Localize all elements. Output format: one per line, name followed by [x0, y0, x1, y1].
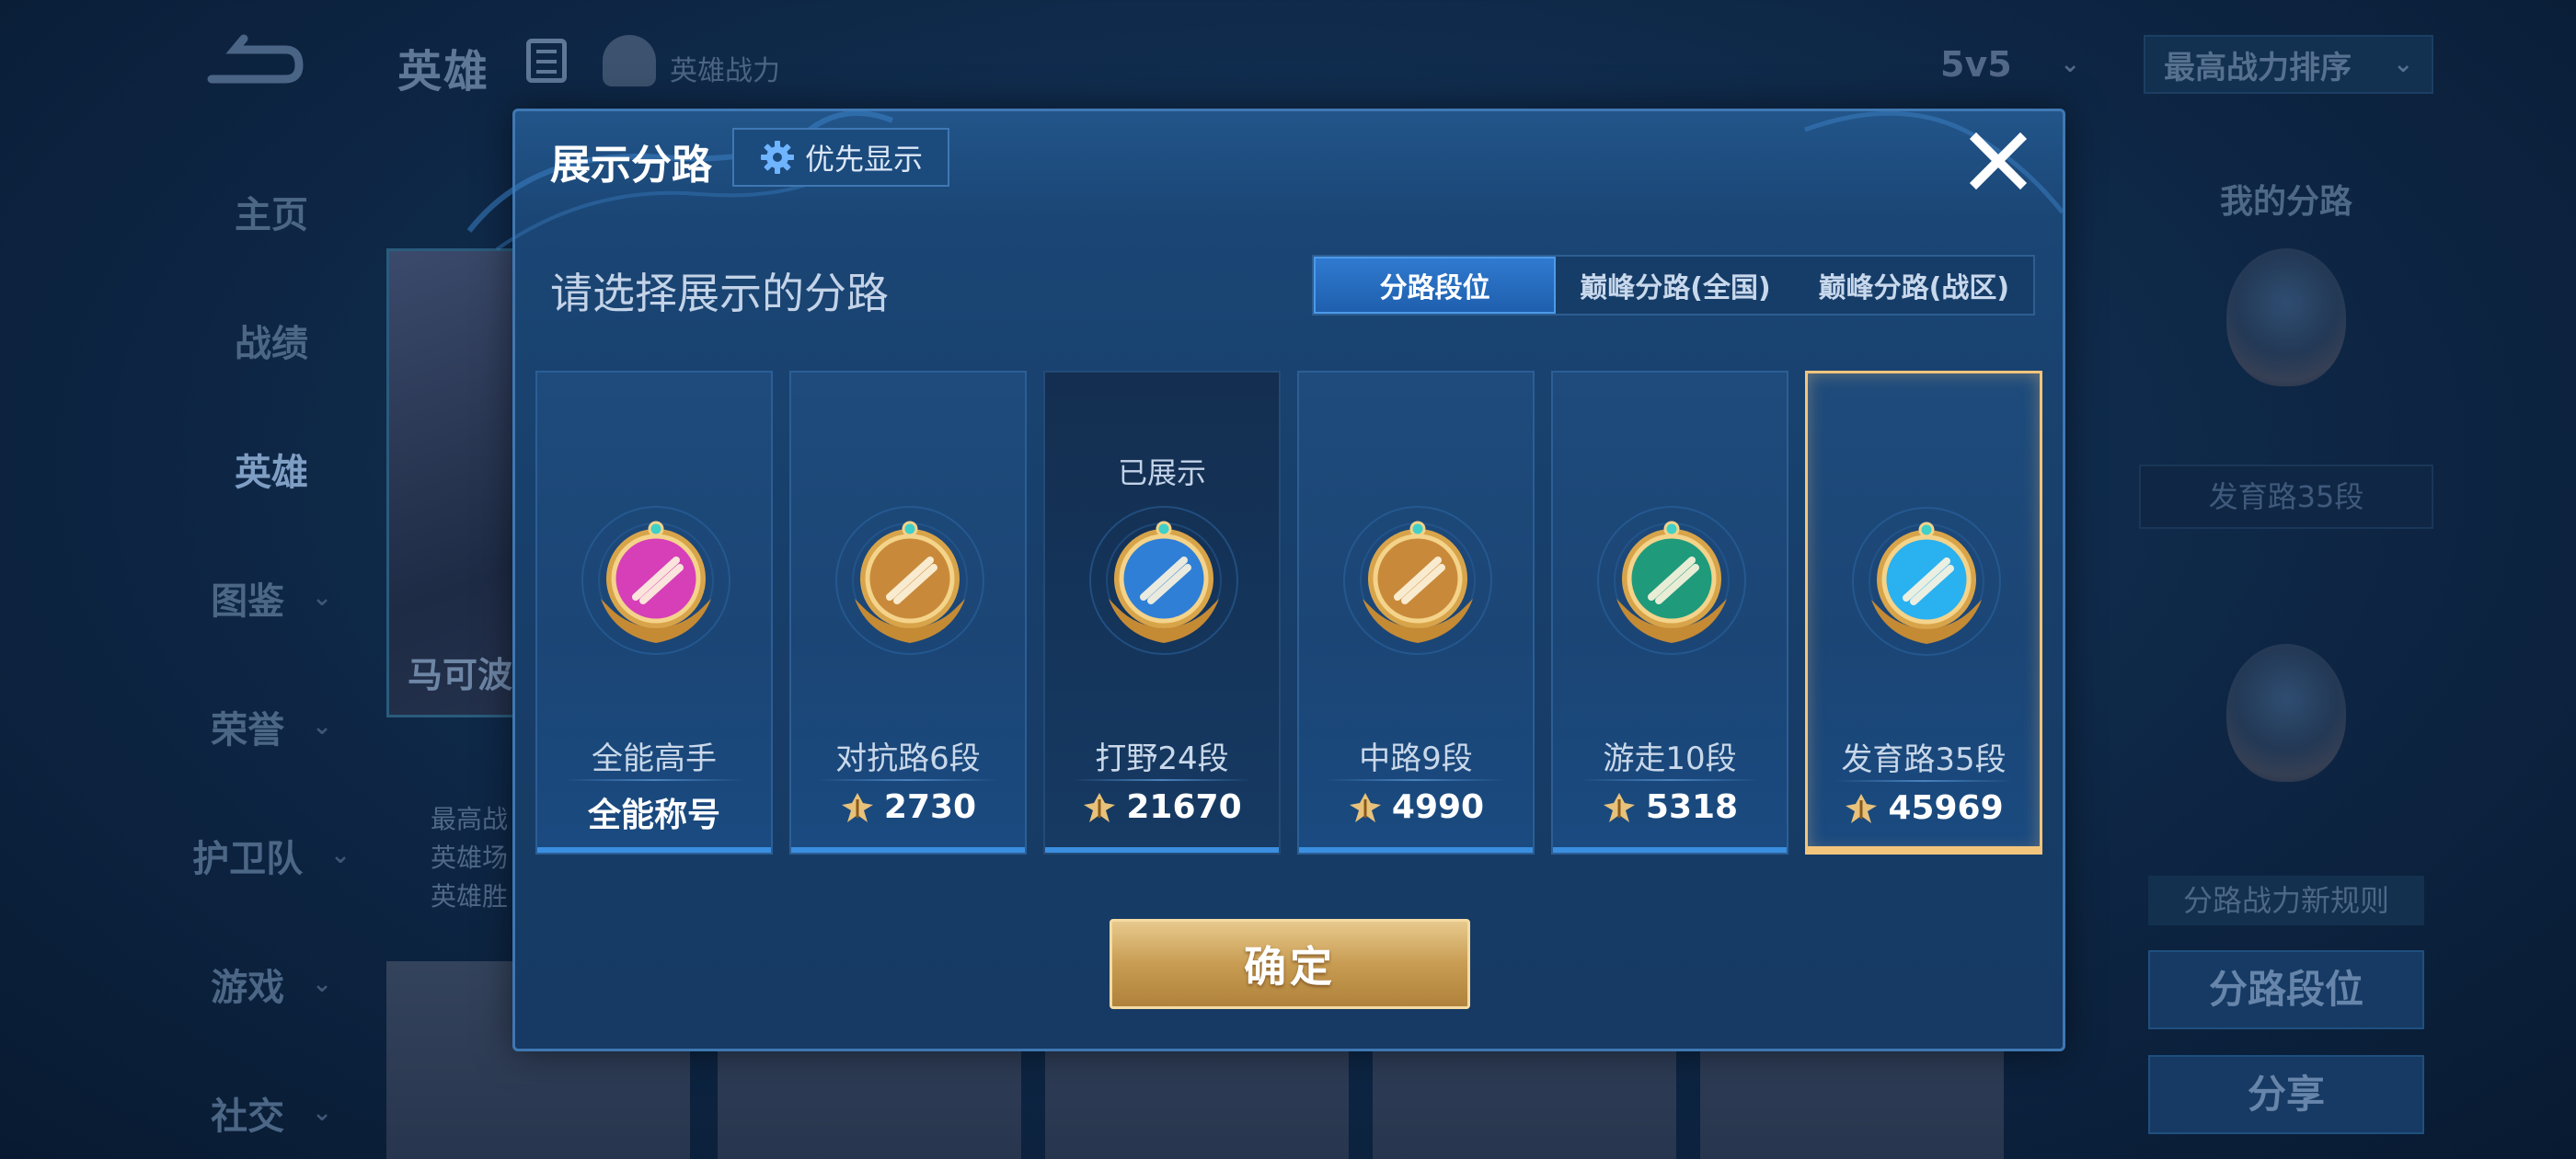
- lane-card-title: 对抗路6段: [835, 740, 981, 777]
- sort-dropdown-value: 最高战力排序: [2164, 49, 2352, 86]
- side-nav: 主页 战绩 英雄 图鉴 ⌄ 荣誉 ⌄ 护卫队 ⌄ 游戏 ⌄ 社交 ⌄: [166, 147, 377, 1159]
- hero-card-name: 马可波: [408, 655, 513, 695]
- combat-power-icon: [1846, 793, 1878, 823]
- lane-card-value: 2730: [791, 788, 1025, 826]
- card-divider: [1835, 780, 2012, 782]
- farm-lane-emblem-icon: [2226, 248, 2346, 386]
- card-divider: [1073, 779, 1251, 781]
- dialog-title: 展示分路: [550, 142, 712, 189]
- chevron-down-icon: ⌄: [2060, 51, 2080, 78]
- clash-lane-badge-icon: [835, 506, 984, 655]
- page-title: 英雄: [397, 46, 490, 98]
- side-nav-label: 游戏: [211, 967, 285, 1009]
- chevron-down-icon: ⌄: [312, 970, 332, 998]
- lane-display-dialog: 展示分路 优先显示 请选择展示的分路 分路段位 巅峰分路(全国) 巅峰分路(战区…: [466, 109, 2065, 1051]
- allround-badge-icon: [581, 506, 730, 655]
- lane-card-value-text: 21670: [1126, 788, 1242, 826]
- side-nav-label: 战绩: [235, 323, 308, 365]
- priority-display-button[interactable]: 优先显示: [732, 128, 949, 187]
- lane-card-value: 全能称号: [537, 788, 771, 836]
- sort-dropdown[interactable]: 最高战力排序 ⌄: [2144, 35, 2433, 94]
- tab-lane-rank[interactable]: 分路段位: [1314, 257, 1557, 314]
- side-nav-label: 图鉴: [211, 580, 285, 623]
- side-nav-label: 社交: [211, 1096, 285, 1138]
- side-nav-label: 荣誉: [211, 709, 285, 752]
- lane-card[interactable]: 发育路35段 45969: [1805, 371, 2042, 855]
- combat-power-icon: [1349, 792, 1381, 822]
- combat-power-icon: [1084, 792, 1116, 822]
- mode-dropdown-value: 5v5: [1940, 44, 2012, 85]
- lane-card-title: 全能高手: [592, 740, 717, 777]
- card-divider: [565, 779, 743, 781]
- lane-card[interactable]: 中路9段 4990: [1297, 371, 1535, 855]
- lane-card-list: 全能高手 全能称号 对抗路6段 2730 已展示 打野24段 21670 中路9段 4990 游走…: [535, 371, 2044, 855]
- chevron-down-icon: ⌄: [2393, 51, 2413, 78]
- chevron-down-icon: ⌄: [312, 584, 332, 612]
- hero-power-icon: [603, 35, 656, 86]
- side-nav-item-guard[interactable]: 护卫队 ⌄: [166, 791, 377, 920]
- hero-power-label: 英雄战力: [670, 55, 780, 87]
- back-arrow-icon[interactable]: [193, 33, 304, 88]
- combat-power-icon: [1603, 792, 1635, 822]
- tab-peak-lane-national[interactable]: 巅峰分路(全国): [1556, 257, 1794, 314]
- jungle-emblem-icon: [2226, 644, 2346, 782]
- lane-card-value: 45969: [1808, 789, 2040, 827]
- side-nav-item-heroes[interactable]: 英雄: [166, 405, 377, 534]
- lane-card-title: 打野24段: [1095, 740, 1229, 777]
- side-nav-item-home[interactable]: 主页: [166, 147, 377, 276]
- farm-lane-badge-icon: [1852, 507, 2001, 656]
- mode-dropdown[interactable]: 5v5 ⌄: [1918, 35, 2102, 94]
- list-icon[interactable]: [526, 39, 567, 83]
- chevron-down-icon: ⌄: [330, 842, 351, 869]
- side-nav-label: 英雄: [235, 452, 308, 494]
- close-button[interactable]: [1961, 124, 2035, 198]
- lane-card-value-text: 5318: [1645, 788, 1739, 826]
- lane-tabs: 分路段位 巅峰分路(全国) 巅峰分路(战区): [1312, 255, 2035, 316]
- lane-rank-button[interactable]: 分路段位: [2148, 950, 2424, 1029]
- tab-peak-lane-region[interactable]: 巅峰分路(战区): [1795, 257, 2033, 314]
- lane-card-title: 发育路35段: [1841, 741, 2007, 778]
- select-lane-label: 请选择展示的分路: [550, 269, 889, 318]
- chevron-down-icon: ⌄: [312, 713, 332, 740]
- side-nav-item-social[interactable]: 社交 ⌄: [166, 1049, 377, 1159]
- mid-lane-badge-icon: [1343, 506, 1492, 655]
- side-nav-item-records[interactable]: 战绩: [166, 276, 377, 405]
- shown-tag: 已展示: [1117, 455, 1206, 490]
- side-nav-label: 护卫队: [192, 838, 304, 880]
- side-nav-item-atlas[interactable]: 图鉴 ⌄: [166, 534, 377, 662]
- lane-card[interactable]: 已展示打野24段 21670: [1043, 371, 1281, 855]
- jungle-badge-icon: [1089, 506, 1238, 655]
- lane-card-title: 中路9段: [1359, 740, 1473, 777]
- lane-card-value-text: 4990: [1391, 788, 1485, 826]
- combat-power-icon: [841, 792, 873, 822]
- my-lane-title: 我的分路: [2219, 183, 2352, 221]
- lane-card[interactable]: 全能高手 全能称号: [535, 371, 773, 855]
- side-nav-item-honor[interactable]: 荣誉 ⌄: [166, 662, 377, 791]
- card-divider: [819, 779, 997, 781]
- gear-icon: [760, 141, 794, 174]
- lane-card-value-text: 45969: [1888, 789, 2004, 827]
- share-button[interactable]: 分享: [2148, 1055, 2424, 1134]
- card-divider: [1581, 779, 1759, 781]
- lane-card-value: 4990: [1299, 788, 1533, 826]
- side-nav-label: 主页: [235, 194, 308, 236]
- lane-card[interactable]: 对抗路6段 2730: [789, 371, 1027, 855]
- lane-card-value-text: 2730: [883, 788, 977, 826]
- lane-card-value: 5318: [1553, 788, 1787, 826]
- lane-card-value: 21670: [1045, 788, 1279, 826]
- lane-card-value-text: 全能称号: [587, 797, 720, 834]
- priority-display-label: 优先显示: [804, 142, 923, 177]
- side-nav-item-games[interactable]: 游戏 ⌄: [166, 920, 377, 1049]
- lane-card[interactable]: 游走10段 5318: [1551, 371, 1788, 855]
- confirm-button[interactable]: 确定: [1110, 919, 1470, 1009]
- lane-card-title: 游走10段: [1603, 740, 1737, 777]
- lane-power-rule-link[interactable]: 分路战力新规则: [2148, 876, 2424, 925]
- card-divider: [1327, 779, 1505, 781]
- my-lane-label: 发育路35段: [2139, 465, 2433, 529]
- roam-badge-icon: [1597, 506, 1746, 655]
- chevron-down-icon: ⌄: [312, 1099, 332, 1127]
- close-icon: [1969, 132, 2028, 190]
